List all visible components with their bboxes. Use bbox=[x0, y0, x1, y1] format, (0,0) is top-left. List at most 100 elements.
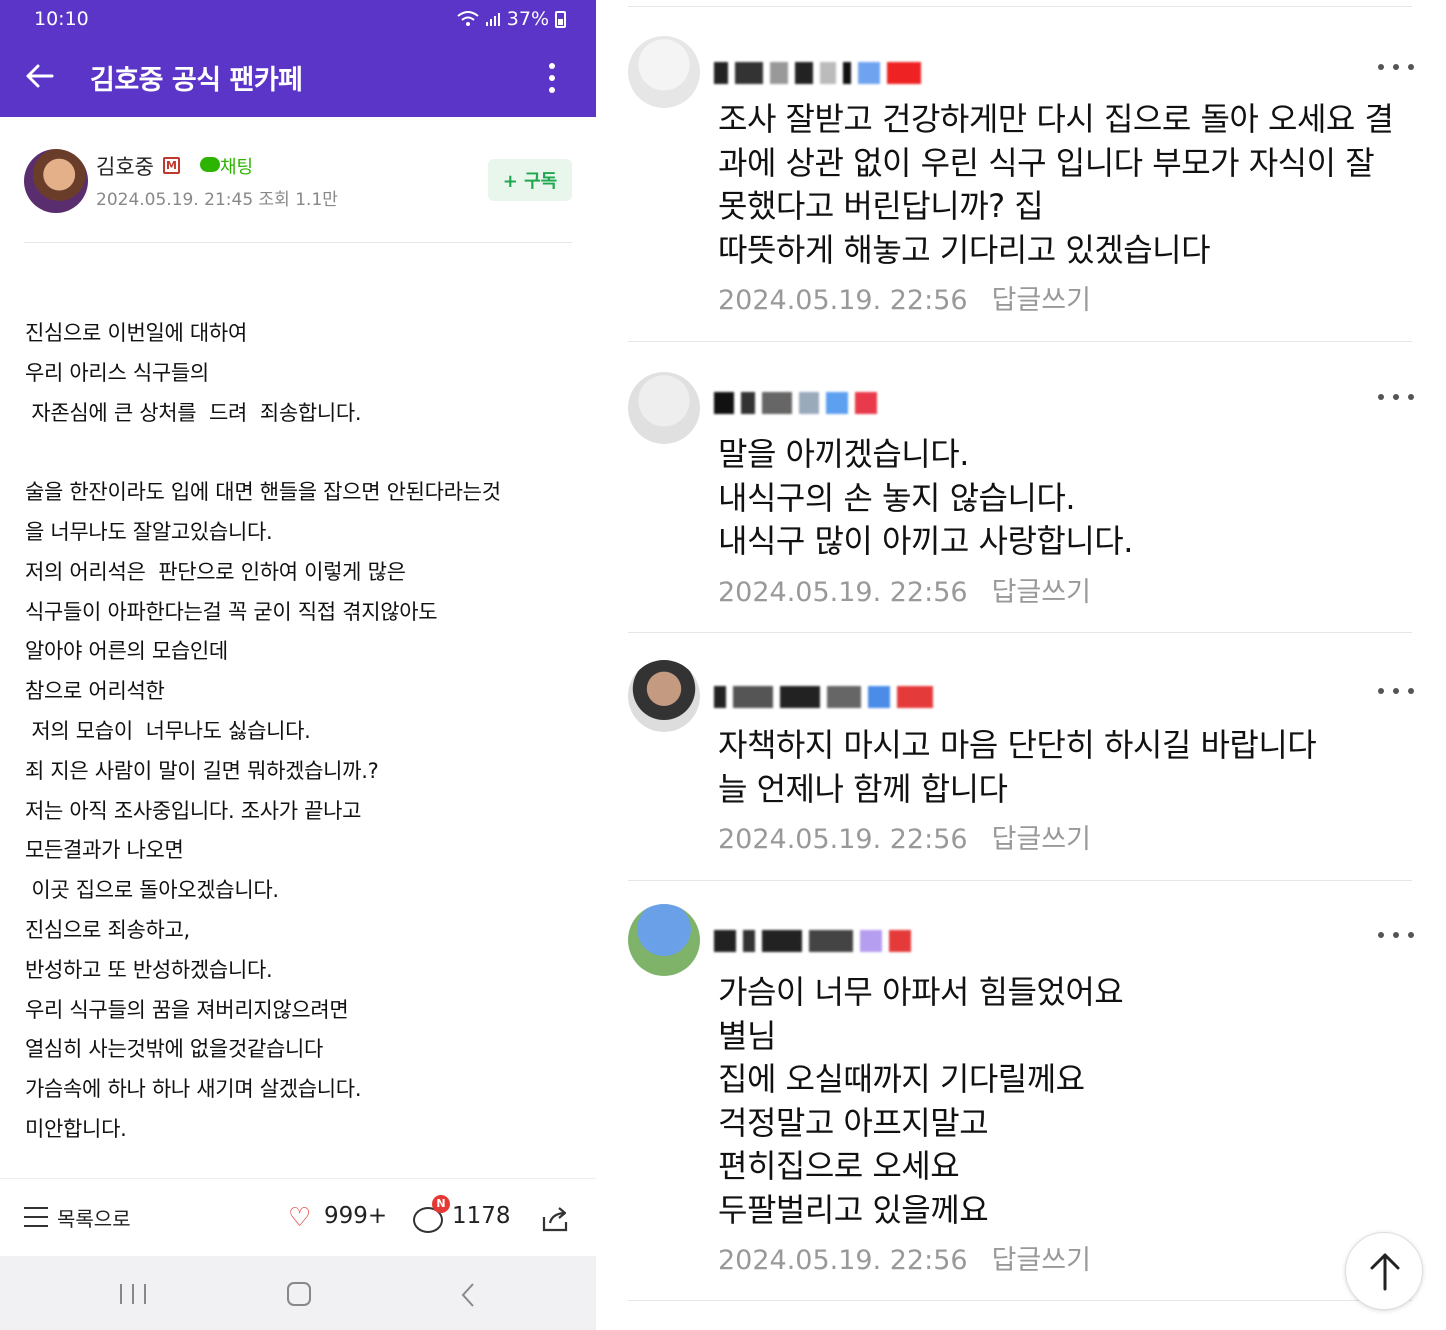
comments-panel: 조사 잘받고 건강하게만 다시 집으로 돌아 오세요 결과에 상관 없이 우린 … bbox=[596, 0, 1446, 1330]
manager-badge: M bbox=[163, 157, 180, 174]
post-body-line: 열심히 사는것밖에 없을것같습니다 bbox=[25, 1037, 324, 1062]
signal-icon bbox=[485, 13, 500, 26]
comment-meta: 2024.05.19. 22:56 답글쓰기 bbox=[718, 817, 1091, 856]
scroll-top-button[interactable] bbox=[1345, 1232, 1423, 1310]
comment-text: 자책하지 마시고 마음 단단히 하시길 바랍니다 늘 언제나 함께 합니다 bbox=[718, 724, 1418, 811]
comment-text-line: 못했다고 버린답니까? 집 bbox=[718, 187, 1044, 225]
comment-meta: 2024.05.19. 22:56 답글쓰기 bbox=[718, 570, 1091, 609]
comment-meta: 2024.05.19. 22:56 답글쓰기 bbox=[718, 278, 1091, 317]
more-vert-icon[interactable] bbox=[540, 60, 564, 100]
comment-more-icon[interactable] bbox=[1378, 394, 1414, 404]
post-body-line: 자존심에 큰 상처를 드려 죄송합니다. bbox=[25, 400, 362, 425]
back-arrow-icon[interactable] bbox=[22, 58, 58, 94]
post-body-line: 식구들이 아파한다는걸 꼭 굳이 직접 겪지않아도 bbox=[25, 599, 438, 624]
post-body-line: 죄 지은 사람이 말이 길면 뭐하겠습니까.? bbox=[25, 758, 379, 783]
post-body-line: 가슴속에 하나 하나 새기며 살겠습니다. bbox=[25, 1077, 362, 1102]
comment-text-line: 따뜻하게 해놓고 기다리고 있겠습니다 bbox=[718, 230, 1211, 269]
comment-text-line: 과에 상관 없이 우린 식구 입니다 부모가 자식이 잘 bbox=[718, 143, 1375, 182]
post-body-line: 저는 아직 조사중입니다. 조사가 끝나고 bbox=[25, 798, 362, 823]
arrow-up-icon bbox=[1370, 1253, 1400, 1291]
post-body-line: 우리 아리스 식구들의 bbox=[25, 360, 209, 385]
commenter-avatar[interactable] bbox=[628, 36, 700, 108]
commenter-name-blurred bbox=[714, 928, 911, 954]
comment-text-line: 조사 잘받고 건강하게만 다시 집으로 돌아 오세요 결 bbox=[718, 100, 1394, 138]
post-body-line: 저의 모습이 너무나도 싫습니다. bbox=[25, 718, 311, 743]
commenter-avatar[interactable] bbox=[628, 372, 700, 444]
commenter-name-blurred bbox=[714, 390, 877, 416]
commenter-avatar[interactable] bbox=[628, 904, 700, 976]
heart-icon[interactable]: ♡ bbox=[288, 1205, 311, 1231]
system-nav-bar bbox=[0, 1256, 596, 1330]
comment-text: 가슴이 너무 아파서 힘들었어요 별님 집에 오실때까지 기다릴께요 걱정말고 아프지… bbox=[718, 971, 1418, 1232]
commenter-name-blurred bbox=[714, 684, 933, 710]
post-body-line: 알아야 어른의 모습인데 bbox=[25, 639, 228, 664]
comment-text-line: 두팔벌리고 있을께요 bbox=[718, 1190, 989, 1229]
post-panel: 10:10 37% 김호중 공식 팬카페 김호중 M 채팅 2024.05.19… bbox=[0, 0, 596, 1330]
author-avatar[interactable] bbox=[24, 149, 88, 213]
status-indicators: 37% bbox=[457, 8, 566, 30]
post-body-line bbox=[25, 433, 585, 473]
bottom-action-bar: 목록으로 ♡ 999+ N 1178 bbox=[0, 1178, 596, 1256]
recent-apps-icon[interactable] bbox=[120, 1284, 146, 1304]
comment-date: 2024.05.19. 22:56 bbox=[718, 1245, 968, 1276]
page-title: 김호중 공식 팬카페 bbox=[90, 65, 303, 96]
comment-text-line: 자책하지 마시고 마음 단단히 하시길 바랍니다 bbox=[718, 726, 1317, 764]
comment-text-line: 집에 오실때까지 기다릴께요 bbox=[718, 1060, 1085, 1098]
nav-back-icon[interactable] bbox=[458, 1282, 478, 1308]
comment-date: 2024.05.19. 22:56 bbox=[718, 824, 968, 855]
comment-text-line: 가슴이 너무 아파서 힘들었어요 bbox=[718, 973, 1124, 1011]
reply-link[interactable]: 답글쓰기 bbox=[992, 285, 1091, 316]
post-body-line: 모든결과가 나오면 bbox=[25, 838, 184, 863]
reply-link[interactable]: 답글쓰기 bbox=[992, 577, 1091, 608]
comment-date: 2024.05.19. 22:56 bbox=[718, 576, 968, 608]
reply-link[interactable]: 답글쓰기 bbox=[992, 824, 1091, 855]
comment-text-line: 별님 bbox=[718, 1016, 776, 1055]
comment-more-icon[interactable] bbox=[1378, 64, 1414, 74]
divider bbox=[24, 242, 572, 243]
comment-text-line: 편히집으로 오세요 bbox=[718, 1147, 960, 1185]
post-body-line: 반성하고 또 반성하겠습니다. bbox=[25, 957, 273, 982]
chat-icon[interactable] bbox=[200, 157, 220, 172]
divider bbox=[628, 1300, 1412, 1301]
post-body: 진심으로 이번일에 대하여 우리 아리스 식구들의 자존심에 큰 상처를 드려 죄… bbox=[25, 314, 585, 1150]
divider bbox=[628, 880, 1412, 881]
post-body-line: 이곳 집으로 돌아오겠습니다. bbox=[25, 878, 279, 903]
comment-text-line: 내식구의 손 놓지 않습니다. bbox=[718, 478, 1076, 517]
reply-link[interactable]: 답글쓰기 bbox=[992, 1245, 1091, 1276]
comment-text-line: 말을 아끼겠습니다. bbox=[718, 435, 969, 473]
comment-date: 2024.05.19. 22:56 bbox=[718, 285, 968, 316]
divider bbox=[628, 632, 1412, 633]
comment-text: 조사 잘받고 건강하게만 다시 집으로 돌아 오세요 결과에 상관 없이 우린 … bbox=[718, 98, 1418, 272]
status-time: 10:10 bbox=[34, 8, 89, 30]
battery-percent: 37% bbox=[506, 8, 549, 30]
chat-link[interactable]: 채팅 bbox=[220, 153, 253, 179]
comment-more-icon[interactable] bbox=[1378, 688, 1414, 698]
app-bar: 김호중 공식 팬카페 bbox=[0, 40, 596, 117]
divider bbox=[628, 341, 1412, 342]
commenter-avatar[interactable] bbox=[628, 660, 700, 732]
post-meta: 2024.05.19. 21:45 조회 1.1만 bbox=[96, 190, 338, 210]
comment-text: 말을 아끼겠습니다. 내식구의 손 놓지 않습니다. 내식구 많이 아끼고 사랑합니… bbox=[718, 433, 1418, 564]
share-icon[interactable] bbox=[540, 1205, 572, 1233]
post-body-line: 참으로 어리석한 bbox=[25, 679, 165, 704]
list-menu-icon[interactable] bbox=[24, 1207, 48, 1227]
back-to-list-link[interactable]: 목록으로 bbox=[57, 1203, 131, 1232]
comment-meta: 2024.05.19. 22:56 답글쓰기 bbox=[718, 1238, 1091, 1277]
new-badge: N bbox=[432, 1195, 450, 1213]
home-icon[interactable] bbox=[287, 1282, 311, 1306]
comment-text-line: 내식구 많이 아끼고 사랑합니다. bbox=[718, 522, 1133, 560]
post-body-line: 우리 식구들의 꿈을 져버리지않으려면 bbox=[25, 997, 349, 1022]
author-header: 김호중 M 채팅 2024.05.19. 21:45 조회 1.1만 + 구독 bbox=[0, 117, 596, 245]
wifi-icon bbox=[457, 11, 479, 26]
status-bar: 10:10 37% bbox=[0, 0, 596, 40]
post-body-line: 술을 한잔이라도 입에 대면 핸들을 잡으면 안된다라는것 bbox=[25, 480, 501, 505]
subscribe-button[interactable]: + 구독 bbox=[488, 159, 572, 201]
post-body-line: 미안합니다. bbox=[25, 1116, 127, 1141]
comment-more-icon[interactable] bbox=[1378, 932, 1414, 942]
divider bbox=[628, 6, 1412, 7]
like-count: 999+ bbox=[324, 1203, 388, 1229]
comment-count: 1178 bbox=[452, 1203, 511, 1229]
author-name[interactable]: 김호중 bbox=[96, 151, 154, 181]
commenter-name-blurred bbox=[714, 60, 921, 86]
battery-icon bbox=[555, 10, 566, 28]
